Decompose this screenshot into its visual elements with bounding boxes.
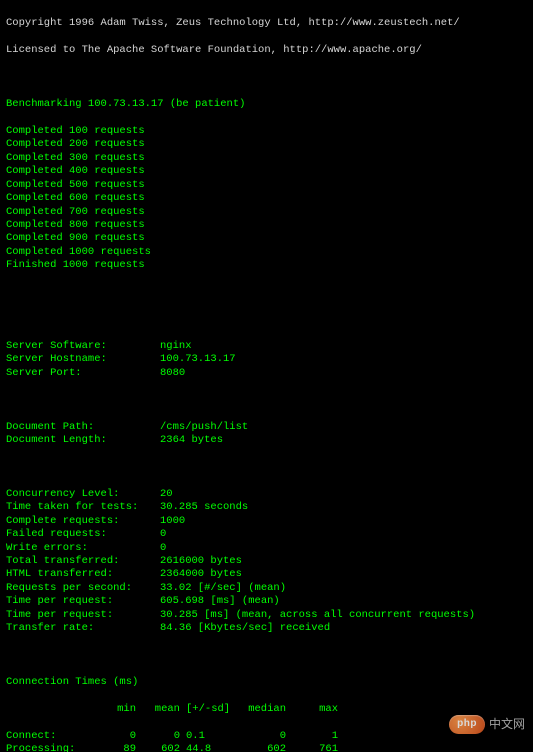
ct-min: 89 xyxy=(96,743,136,752)
stat-row: Time per request:30.285 [ms] (mean, acro… xyxy=(6,609,527,622)
stat-row: Time taken for tests:30.285 seconds xyxy=(6,501,527,514)
document-label: Document Length: xyxy=(6,434,160,447)
ct-max: 1 xyxy=(286,730,338,743)
stat-label: Write errors: xyxy=(6,542,160,555)
stat-label: Time taken for tests: xyxy=(6,501,160,514)
progress-line: Completed 900 requests xyxy=(6,232,527,245)
ct-label: Connect: xyxy=(6,730,96,743)
stat-label: Requests per second: xyxy=(6,582,160,595)
copyright-line-1: Copyright 1996 Adam Twiss, Zeus Technolo… xyxy=(6,17,527,30)
stat-row: Total transferred:2616000 bytes xyxy=(6,555,527,568)
connection-times-row: Connect:000.101 xyxy=(6,730,527,743)
server-row: Server Port:8080 xyxy=(6,367,527,380)
ct-median: 0 xyxy=(236,730,286,743)
progress-line: Completed 200 requests xyxy=(6,138,527,151)
stat-row: Requests per second:33.02 [#/sec] (mean) xyxy=(6,582,527,595)
connection-times-row: Processing:8960244.8602761 xyxy=(6,743,527,752)
server-label: Server Software: xyxy=(6,340,160,353)
connection-times-title: Connection Times (ms) xyxy=(6,676,527,689)
stat-value: 20 xyxy=(160,488,173,500)
copyright-line-2: Licensed to The Apache Software Foundati… xyxy=(6,44,527,57)
stat-label: Time per request: xyxy=(6,609,160,622)
stat-row: Write errors:0 xyxy=(6,542,527,555)
stat-row: Concurrency Level:20 xyxy=(6,488,527,501)
document-info: Document Path:/cms/push/listDocument Len… xyxy=(6,421,527,448)
stat-value: 2364000 bytes xyxy=(160,568,242,580)
document-value: /cms/push/list xyxy=(160,421,248,433)
document-row: Document Path:/cms/push/list xyxy=(6,421,527,434)
server-row: Server Hostname:100.73.13.17 xyxy=(6,353,527,366)
server-label: Server Hostname: xyxy=(6,353,160,366)
stat-label: Transfer rate: xyxy=(6,622,160,635)
stat-value: 0 xyxy=(160,528,166,540)
terminal-output: Copyright 1996 Adam Twiss, Zeus Technolo… xyxy=(0,0,533,752)
progress-line: Completed 700 requests xyxy=(6,206,527,219)
server-value: nginx xyxy=(160,340,192,352)
server-value: 8080 xyxy=(160,367,185,379)
server-row: Server Software:nginx xyxy=(6,340,527,353)
stat-row: Failed requests:0 xyxy=(6,528,527,541)
stat-label: Failed requests: xyxy=(6,528,160,541)
document-row: Document Length:2364 bytes xyxy=(6,434,527,447)
progress-line: Completed 500 requests xyxy=(6,179,527,192)
document-label: Document Path: xyxy=(6,421,160,434)
ct-mean: 0 xyxy=(136,730,180,743)
connection-times-header: minmean[+/-sd]medianmax xyxy=(6,703,527,716)
connection-times-rows: Connect:000.101Processing:8960244.860276… xyxy=(6,730,527,752)
stat-value: 2616000 bytes xyxy=(160,555,242,567)
server-info: Server Software:nginxServer Hostname:100… xyxy=(6,340,527,380)
progress-line: Finished 1000 requests xyxy=(6,259,527,272)
progress-line: Completed 600 requests xyxy=(6,192,527,205)
stat-row: Time per request:605.698 [ms] (mean) xyxy=(6,595,527,608)
ct-max: 761 xyxy=(286,743,338,752)
stat-label: Total transferred: xyxy=(6,555,160,568)
progress-line: Completed 800 requests xyxy=(6,219,527,232)
progress-line: Completed 300 requests xyxy=(6,152,527,165)
progress-line: Completed 400 requests xyxy=(6,165,527,178)
stat-label: Time per request: xyxy=(6,595,160,608)
stat-row: HTML transferred:2364000 bytes xyxy=(6,568,527,581)
document-value: 2364 bytes xyxy=(160,434,223,446)
stat-value: 30.285 [ms] (mean, across all concurrent… xyxy=(160,609,475,621)
stat-value: 0 xyxy=(160,542,166,554)
server-label: Server Port: xyxy=(6,367,160,380)
stat-value: 1000 xyxy=(160,515,185,527)
progress-lines: Completed 100 requestsCompleted 200 requ… xyxy=(6,125,527,273)
ct-median: 602 xyxy=(236,743,286,752)
stat-value: 605.698 [ms] (mean) xyxy=(160,595,280,607)
benchmarking-line: Benchmarking 100.73.13.17 (be patient) xyxy=(6,98,527,111)
ct-label: Processing: xyxy=(6,743,96,752)
progress-line: Completed 1000 requests xyxy=(6,246,527,259)
stat-row: Complete requests:1000 xyxy=(6,515,527,528)
ct-sd: 44.8 xyxy=(180,743,236,752)
stat-value: 33.02 [#/sec] (mean) xyxy=(160,582,286,594)
stat-label: Concurrency Level: xyxy=(6,488,160,501)
server-value: 100.73.13.17 xyxy=(160,353,236,365)
stat-label: Complete requests: xyxy=(6,515,160,528)
ct-mean: 602 xyxy=(136,743,180,752)
stat-row: Transfer rate:84.36 [Kbytes/sec] receive… xyxy=(6,622,527,635)
stat-value: 84.36 [Kbytes/sec] received xyxy=(160,622,330,634)
ct-sd: 0.1 xyxy=(180,730,236,743)
stats-info: Concurrency Level:20Time taken for tests… xyxy=(6,488,527,636)
stat-value: 30.285 seconds xyxy=(160,501,248,513)
progress-line: Completed 100 requests xyxy=(6,125,527,138)
ct-min: 0 xyxy=(96,730,136,743)
stat-label: HTML transferred: xyxy=(6,568,160,581)
